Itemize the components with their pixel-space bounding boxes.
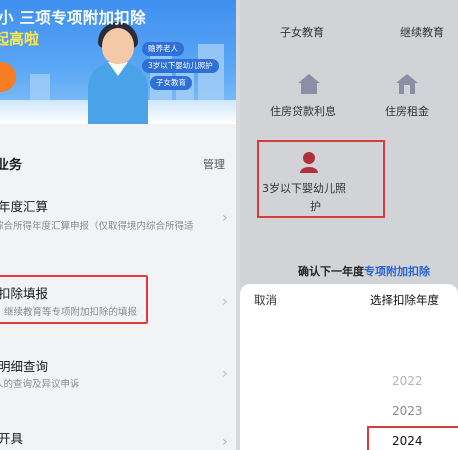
manage-button[interactable]: 管理	[203, 156, 225, 172]
year-option[interactable]: 2022	[392, 374, 423, 388]
banner-action-button[interactable]	[0, 62, 16, 92]
list-item-title: 开具	[0, 431, 24, 446]
list-item-annual-settlement[interactable]: 年度汇算 综合所得年度汇算申报（仅取得境内综合所得适 ›	[0, 190, 236, 240]
year-option[interactable]: 2023	[392, 404, 423, 418]
list-item-desc: 人的查询及异议申诉	[0, 379, 80, 390]
chevron-right-icon: ›	[222, 294, 228, 310]
chevron-right-icon: ›	[222, 366, 228, 382]
highlight-box	[257, 140, 385, 218]
list-item-title: 年度汇算	[0, 199, 49, 214]
list-item-issue[interactable]: 开具 ›	[0, 424, 236, 450]
grid-item-child-education[interactable]: 子女教育	[280, 24, 324, 40]
house-rent-icon	[396, 74, 418, 94]
list-item-title: 明细查询	[0, 359, 49, 374]
list-item-desc: 综合所得年度汇算申报（仅取得境内综合所得适	[0, 221, 194, 232]
highlight-box	[367, 426, 458, 450]
cancel-button[interactable]: 取消	[254, 292, 277, 308]
banner-tag: 3岁以下婴幼儿照护	[142, 59, 219, 73]
grid-item-house-rent[interactable]: 住房租金	[385, 103, 429, 119]
chevron-right-icon: ›	[222, 434, 228, 450]
year-picker-sheet: 取消 选择扣除年度 2022 2023 2024	[240, 284, 458, 450]
grid-item-house-loan[interactable]: 住房贷款利息	[270, 103, 336, 119]
deduction-link[interactable]: 专项附加扣除	[364, 265, 430, 278]
right-panel: 子女教育 继续教育 住房贷款利息 住房租金 3岁以下婴幼儿照 护 确认下一年度专…	[240, 0, 458, 450]
left-panel: 小 三项专项附加扣除 起高啦 赡养老人 3岁以下婴幼儿照护 子女教育 业务 管理…	[0, 0, 236, 450]
confirm-next-year-text: 确认下一年度专项附加扣除	[298, 263, 430, 279]
highlight-box	[0, 275, 148, 324]
banner-person-head	[102, 28, 134, 64]
sheet-title: 选择扣除年度	[370, 293, 439, 307]
house-loan-icon	[298, 74, 320, 94]
section-title: 业务	[0, 158, 23, 173]
chevron-right-icon: ›	[222, 210, 228, 226]
confirm-prefix: 确认下一年度	[298, 265, 364, 278]
promo-banner[interactable]: 小 三项专项附加扣除 起高啦 赡养老人 3岁以下婴幼儿照护 子女教育	[0, 0, 236, 124]
banner-subtitle: 起高啦	[0, 30, 40, 48]
banner-title: 小 三项专项附加扣除	[0, 9, 146, 27]
business-section-header: 业务 管理	[0, 148, 236, 178]
banner-tag: 赡养老人	[142, 42, 184, 56]
list-item-detail-query[interactable]: 明细查询 人的查询及异议申诉 ›	[0, 350, 236, 396]
banner-tag: 子女教育	[150, 76, 192, 90]
grid-item-continuing-education[interactable]: 继续教育	[400, 24, 444, 40]
